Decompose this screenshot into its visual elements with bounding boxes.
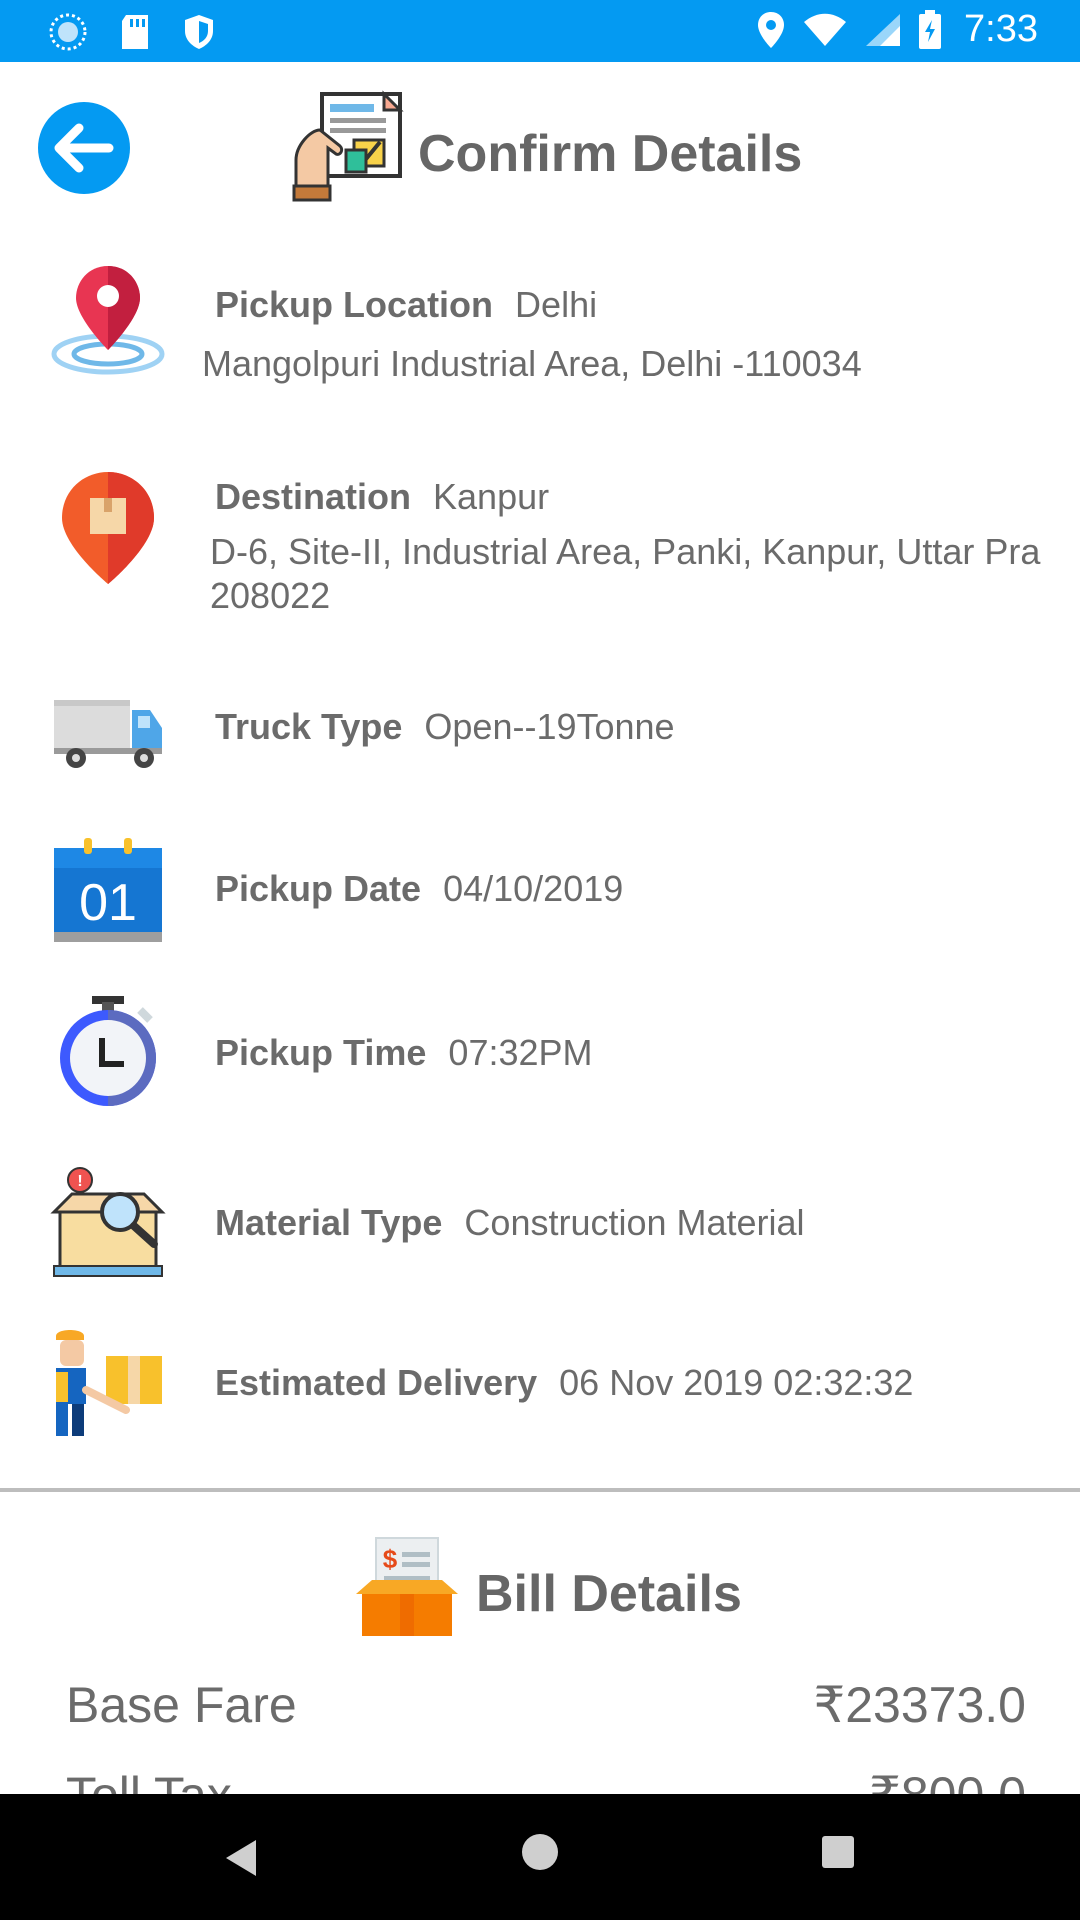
- calendar-day-text: 01: [79, 874, 137, 932]
- material-type-label: Material Type: [215, 1202, 443, 1243]
- pickup-time-label: Pickup Time: [215, 1032, 427, 1073]
- nav-back-icon[interactable]: [224, 1838, 258, 1878]
- pickup-date-label: Pickup Date: [215, 868, 422, 909]
- pickup-date-row: 01 Pickup Date 04/10/2019: [0, 834, 1080, 950]
- truck-type-row: Truck Type Open--19Tonne: [0, 670, 1080, 786]
- base-fare-label: Base Fare: [66, 1677, 297, 1733]
- base-fare-value: ₹23373.0: [813, 1677, 1026, 1733]
- base-fare-row: Base Fare ₹23373.0: [66, 1676, 1026, 1734]
- pickup-address: Mangolpuri Industrial Area, Delhi -11003…: [202, 343, 862, 384]
- svg-text:$: $: [383, 1544, 398, 1574]
- sd-card-icon: [122, 15, 148, 49]
- truck-icon: [54, 700, 162, 768]
- status-time: 7:33: [964, 8, 1038, 50]
- svg-text:!: !: [77, 1173, 82, 1190]
- battery-icon: [919, 9, 942, 49]
- estimated-delivery-label: Estimated Delivery: [215, 1362, 538, 1403]
- arrow-left-icon: [54, 123, 114, 173]
- calendar-icon: 01: [54, 838, 162, 942]
- status-bar: 7:33: [0, 0, 1080, 62]
- document-check-icon: [292, 90, 404, 202]
- delivery-person-icon: [56, 1330, 162, 1436]
- location-icon: [758, 11, 785, 48]
- truck-type-value: Open--19Tonne: [424, 706, 675, 747]
- pickup-time-row: Pickup Time 07:32PM: [0, 996, 1080, 1112]
- material-type-row: ! Material Type Construction Material: [0, 1166, 1080, 1282]
- pickup-location-label: Pickup Location: [215, 284, 494, 325]
- wifi-icon: [804, 13, 847, 46]
- destination-address: D-6, Site-II, Industrial Area, Panki, Ka…: [210, 531, 1041, 616]
- bill-details-title: Bill Details: [476, 1565, 742, 1623]
- bill-box-icon: $: [356, 1537, 458, 1636]
- destination-value: Kanpur: [433, 476, 550, 517]
- estimated-delivery-value: 06 Nov 2019 02:32:32: [559, 1362, 914, 1403]
- destination-row: Destination Kanpur D-6, Site-II, Industri…: [0, 470, 1080, 630]
- truck-type-label: Truck Type: [215, 706, 403, 747]
- material-type-value: Construction Material: [464, 1202, 805, 1243]
- pickup-time-value: 07:32PM: [448, 1032, 593, 1073]
- pickup-location-value: Delhi: [515, 284, 598, 325]
- header: Confirm Details: [0, 62, 1080, 252]
- signal-icon: [866, 13, 901, 46]
- estimated-delivery-row: Estimated Delivery 06 Nov 2019 02:32:32: [0, 1326, 1080, 1442]
- section-divider: [0, 1488, 1080, 1492]
- navigation-bar: [0, 1794, 1080, 1920]
- pickup-location-row: Pickup Location Delhi Mangolpuri Industri…: [0, 262, 1080, 392]
- map-pin-icon: [51, 266, 165, 375]
- nav-home-icon[interactable]: [522, 1834, 558, 1870]
- shield-icon: [185, 15, 213, 49]
- stopwatch-icon: [60, 996, 156, 1106]
- destination-label: Destination: [215, 476, 412, 517]
- nav-recents-icon[interactable]: [822, 1836, 854, 1868]
- sync-icon: [49, 13, 87, 51]
- destination-pin-icon: [62, 472, 154, 584]
- page-title: Confirm Details: [418, 125, 803, 183]
- box-inspect-icon: !: [50, 1167, 166, 1277]
- pickup-date-value: 04/10/2019: [443, 868, 624, 909]
- back-button[interactable]: [38, 102, 130, 194]
